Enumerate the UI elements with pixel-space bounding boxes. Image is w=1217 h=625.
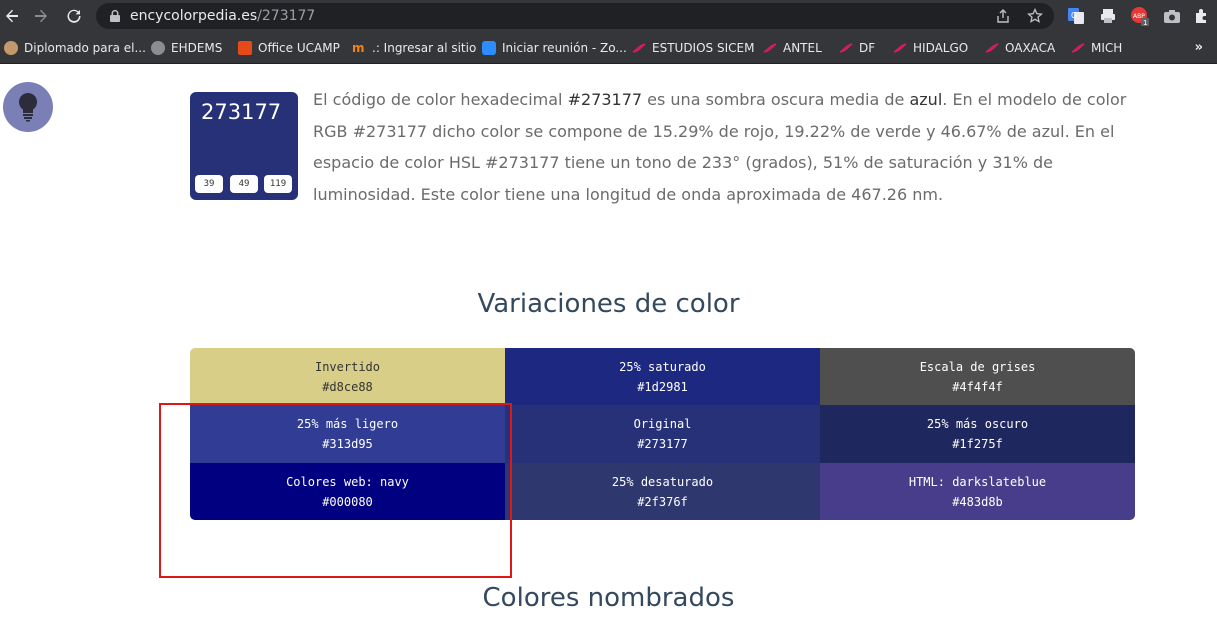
variation-label: Invertido bbox=[314, 359, 381, 374]
description-text: El código de color hexadecimal bbox=[313, 90, 568, 109]
variation-desaturated[interactable]: 25% desaturado #2f376f bbox=[505, 463, 820, 520]
variation-label: Escala de grises bbox=[919, 359, 1036, 374]
bookmark-label: Office UCAMP bbox=[258, 41, 340, 55]
description-hex: #273177 bbox=[567, 90, 643, 109]
lightbulb-icon[interactable] bbox=[3, 82, 53, 132]
variation-hex: #000080 bbox=[322, 494, 373, 509]
variations-grid: Invertido #d8ce88 25% saturado #1d2981 Esc… bbox=[190, 348, 1135, 520]
swatch-blue-value: 119 bbox=[264, 175, 292, 193]
variations-title: Variaciones de color bbox=[477, 289, 740, 319]
bookmark-label: Diplomado para el... bbox=[24, 41, 146, 55]
variation-label: 25% más ligero bbox=[296, 417, 399, 431]
variation-hex: #1d2981 bbox=[637, 379, 688, 394]
swirl-icon bbox=[893, 41, 907, 55]
share-icon[interactable] bbox=[994, 7, 1012, 25]
bookmark-diplomado[interactable]: Diplomado para el... bbox=[4, 39, 146, 57]
back-icon[interactable] bbox=[0, 4, 24, 28]
svg-text:1: 1 bbox=[1143, 19, 1147, 26]
bookmark-office[interactable]: Office UCAMP bbox=[238, 39, 340, 57]
color-description: El código de color hexadecimal #273177 e… bbox=[313, 84, 1153, 210]
variation-label: Colores web: navy bbox=[286, 474, 409, 489]
bookmarks-more-button[interactable]: » bbox=[1195, 40, 1203, 55]
bookmark-label: OAXACA bbox=[1005, 41, 1056, 55]
color-swatch: 273177 39 49 119 bbox=[190, 92, 298, 200]
description-color-name[interactable]: azul bbox=[909, 90, 942, 109]
extensions-puzzle-icon[interactable] bbox=[1191, 5, 1213, 27]
zoom-icon bbox=[482, 41, 496, 55]
variation-hex: #2f376f bbox=[637, 494, 688, 509]
swirl-icon bbox=[839, 41, 853, 55]
url-path: /273177 bbox=[257, 8, 316, 24]
globe-icon bbox=[151, 41, 165, 55]
bookmark-label: Iniciar reunión - Zo... bbox=[502, 41, 627, 55]
circle-favicon-icon bbox=[4, 41, 18, 55]
bookmark-zoom[interactable]: Iniciar reunión - Zo... bbox=[482, 39, 627, 57]
bookmark-label: .: Ingresar al sitio bbox=[372, 41, 477, 55]
browser-toolbar: encycolorpedia.es/273177 G ABP 1 bbox=[0, 0, 1217, 32]
bookmark-moodle[interactable]: m .: Ingresar al sitio bbox=[352, 39, 476, 57]
variation-lighter[interactable]: 25% más ligero #313d95 bbox=[190, 405, 505, 463]
variation-hex: #d8ce88 bbox=[322, 379, 373, 394]
swirl-icon bbox=[1071, 41, 1085, 55]
print-extension-icon[interactable] bbox=[1097, 5, 1119, 27]
bookmarks-bar: Diplomado para el... EHDEMS Office UCAMP… bbox=[0, 32, 1217, 64]
swirl-icon bbox=[763, 41, 777, 55]
moodle-icon: m bbox=[352, 41, 365, 55]
variation-grayscale[interactable]: Escala de grises #4f4f4f bbox=[820, 348, 1135, 405]
variation-hex: #483d8b bbox=[952, 494, 1003, 509]
variation-label: HTML: darkslateblue bbox=[908, 474, 1047, 489]
variation-darker[interactable]: 25% más oscuro #1f275f bbox=[820, 405, 1135, 463]
reload-icon[interactable] bbox=[62, 4, 86, 28]
variation-hex: #273177 bbox=[637, 437, 688, 451]
bookmark-label: MICH bbox=[1091, 41, 1123, 55]
swatch-green-value: 49 bbox=[230, 175, 258, 193]
variation-saturated[interactable]: 25% saturado #1d2981 bbox=[505, 348, 820, 405]
variation-hex: #1f275f bbox=[952, 437, 1003, 451]
bookmark-label: EHDEMS bbox=[171, 41, 223, 55]
description-text: es una sombra oscura media de bbox=[642, 90, 910, 109]
swirl-icon bbox=[632, 41, 646, 55]
variation-web-navy[interactable]: Colores web: navy #000080 bbox=[190, 463, 505, 520]
variation-original[interactable]: Original #273177 bbox=[505, 405, 820, 463]
lock-icon[interactable] bbox=[106, 7, 124, 25]
page-content: 273177 39 49 119 El código de color hexa… bbox=[0, 65, 1217, 625]
address-bar[interactable]: encycolorpedia.es/273177 bbox=[96, 3, 1054, 29]
bookmark-df[interactable]: DF bbox=[839, 39, 875, 57]
svg-text:G: G bbox=[1071, 11, 1077, 20]
variation-label: 25% saturado bbox=[619, 359, 706, 374]
bookmark-oaxaca[interactable]: OAXACA bbox=[985, 39, 1055, 57]
variation-inverted[interactable]: Invertido #d8ce88 bbox=[190, 348, 505, 405]
url-text[interactable]: encycolorpedia.es/273177 bbox=[130, 8, 315, 24]
bookmark-label: ANTEL bbox=[783, 41, 822, 55]
bookmark-label: DF bbox=[859, 41, 876, 55]
bookmark-label: ESTUDIOS SICEM bbox=[652, 41, 755, 55]
adblock-extension-icon[interactable]: ABP 1 bbox=[1129, 5, 1151, 27]
named-colors-title: Colores nombrados bbox=[482, 583, 735, 613]
variation-hex: #313d95 bbox=[322, 437, 373, 451]
variation-hex: #4f4f4f bbox=[952, 379, 1003, 394]
translate-extension-icon[interactable]: G bbox=[1065, 5, 1087, 27]
bookmark-mich[interactable]: MICH bbox=[1071, 39, 1122, 57]
camera-extension-icon[interactable] bbox=[1161, 5, 1183, 27]
bookmark-sicem[interactable]: ESTUDIOS SICEM bbox=[632, 39, 754, 57]
variation-html-darkslateblue[interactable]: HTML: darkslateblue #483d8b bbox=[820, 463, 1135, 520]
bookmark-antel[interactable]: ANTEL bbox=[763, 39, 822, 57]
variation-label: 25% desaturado bbox=[611, 474, 714, 489]
bookmark-label: HIDALGO bbox=[913, 41, 969, 55]
swatch-hex: 273177 bbox=[201, 100, 282, 124]
bookmark-hidalgo[interactable]: HIDALGO bbox=[893, 39, 968, 57]
bookmark-ehdems[interactable]: EHDEMS bbox=[151, 39, 222, 57]
star-icon[interactable] bbox=[1026, 7, 1044, 25]
office-icon bbox=[238, 41, 252, 55]
swatch-red-value: 39 bbox=[195, 175, 223, 193]
variation-label: 25% más oscuro bbox=[926, 417, 1029, 431]
variation-label: Original bbox=[633, 417, 692, 431]
forward-icon[interactable] bbox=[29, 4, 53, 28]
swirl-icon bbox=[985, 41, 999, 55]
url-domain: encycolorpedia.es bbox=[130, 8, 258, 24]
